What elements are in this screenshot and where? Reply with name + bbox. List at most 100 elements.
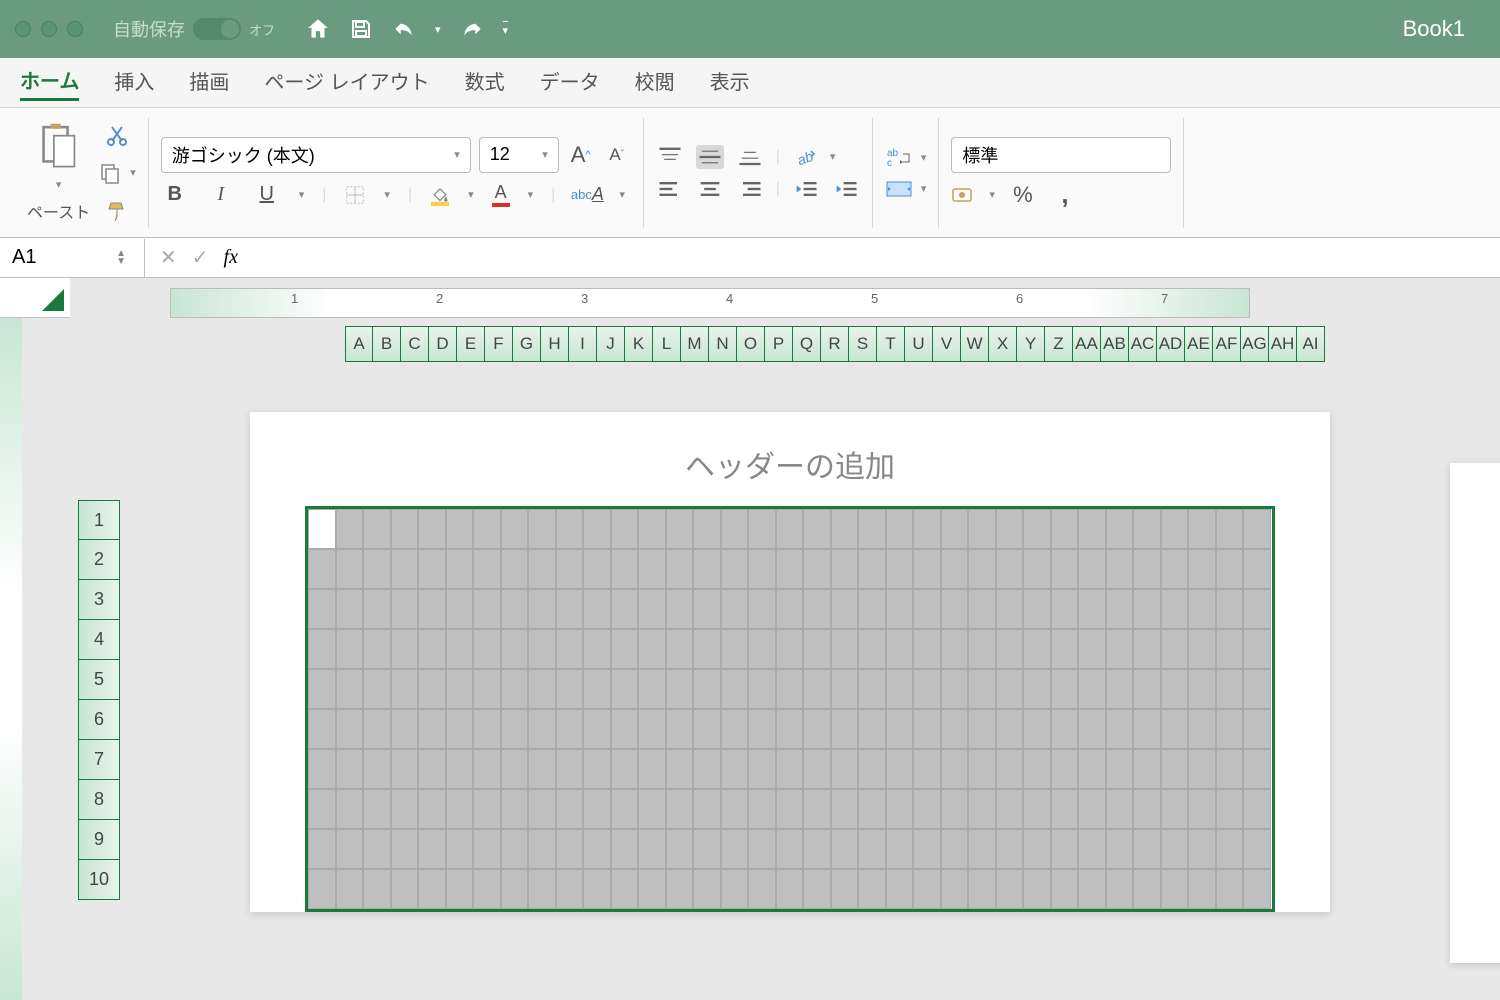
cell[interactable] — [913, 869, 941, 909]
cell[interactable] — [666, 629, 694, 669]
cell[interactable] — [1078, 789, 1106, 829]
cell[interactable] — [941, 709, 969, 749]
format-painter-icon[interactable] — [105, 199, 129, 223]
cell[interactable] — [336, 509, 364, 549]
tab-formulas[interactable]: 数式 — [465, 66, 505, 99]
cell[interactable] — [583, 669, 611, 709]
cell[interactable] — [336, 549, 364, 589]
cell[interactable] — [776, 589, 804, 629]
undo-icon[interactable] — [391, 16, 417, 42]
cell[interactable] — [831, 669, 859, 709]
cell[interactable] — [721, 669, 749, 709]
copy-dropdown-icon[interactable]: ▾ — [130, 166, 136, 179]
cell[interactable] — [391, 789, 419, 829]
cell[interactable] — [803, 589, 831, 629]
cell[interactable] — [1133, 509, 1161, 549]
cell[interactable] — [1078, 549, 1106, 589]
cell[interactable] — [748, 509, 776, 549]
cell[interactable] — [666, 709, 694, 749]
cell[interactable] — [968, 629, 996, 669]
cell[interactable] — [858, 549, 886, 589]
cell[interactable] — [418, 829, 446, 869]
cell[interactable] — [556, 829, 584, 869]
cell[interactable] — [858, 629, 886, 669]
cell[interactable] — [501, 789, 529, 829]
column-header[interactable]: U — [905, 326, 933, 362]
qat-customize-icon[interactable]: ▾ — [503, 21, 509, 37]
cell[interactable] — [776, 869, 804, 909]
cell[interactable] — [858, 749, 886, 789]
cell[interactable] — [611, 509, 639, 549]
cell[interactable] — [968, 549, 996, 589]
cell[interactable] — [1078, 629, 1106, 669]
cell[interactable] — [831, 709, 859, 749]
cell[interactable] — [528, 549, 556, 589]
cell[interactable] — [611, 589, 639, 629]
cell[interactable] — [1133, 709, 1161, 749]
cell[interactable] — [913, 669, 941, 709]
cell[interactable] — [418, 589, 446, 629]
cell[interactable] — [886, 709, 914, 749]
paste-icon[interactable] — [38, 122, 80, 170]
cell[interactable] — [363, 629, 391, 669]
column-header[interactable]: AF — [1213, 326, 1241, 362]
cell[interactable] — [336, 749, 364, 789]
cut-icon[interactable] — [105, 123, 129, 147]
cell[interactable] — [583, 869, 611, 909]
cell[interactable] — [473, 789, 501, 829]
align-right-icon[interactable] — [736, 177, 764, 201]
select-all-corner[interactable] — [0, 278, 70, 318]
wrap-dropdown-icon[interactable]: ▾ — [921, 151, 927, 164]
column-header[interactable]: AD — [1157, 326, 1185, 362]
cell[interactable] — [556, 709, 584, 749]
fill-color-dropdown-icon[interactable]: ▾ — [468, 188, 474, 201]
column-header[interactable]: AA — [1073, 326, 1101, 362]
cell[interactable] — [1188, 669, 1216, 709]
cell[interactable] — [1188, 589, 1216, 629]
phonetic-guide-icon[interactable]: abcA — [573, 181, 601, 209]
cell[interactable] — [528, 669, 556, 709]
cell[interactable] — [1161, 869, 1189, 909]
column-header[interactable]: Z — [1045, 326, 1073, 362]
column-header[interactable]: P — [765, 326, 793, 362]
namebox-stepper[interactable]: ▲▼ — [116, 250, 126, 266]
cell[interactable] — [858, 829, 886, 869]
cell[interactable] — [803, 749, 831, 789]
cell[interactable] — [528, 749, 556, 789]
cell[interactable] — [1216, 749, 1244, 789]
cell[interactable] — [446, 669, 474, 709]
bold-button[interactable]: B — [161, 181, 189, 209]
cell[interactable] — [721, 749, 749, 789]
column-header[interactable]: N — [709, 326, 737, 362]
cell[interactable] — [748, 629, 776, 669]
tab-insert[interactable]: 挿入 — [114, 66, 154, 99]
cell[interactable] — [1106, 629, 1134, 669]
cell[interactable] — [803, 669, 831, 709]
cell[interactable] — [638, 669, 666, 709]
cell[interactable] — [1051, 789, 1079, 829]
tab-page-layout[interactable]: ページ レイアウト — [264, 66, 429, 99]
cell[interactable] — [473, 509, 501, 549]
cell[interactable] — [1023, 829, 1051, 869]
name-box[interactable]: A1 ▲▼ — [0, 239, 145, 277]
cell[interactable] — [501, 549, 529, 589]
column-header[interactable]: F — [485, 326, 513, 362]
column-header[interactable]: K — [625, 326, 653, 362]
cell[interactable] — [968, 509, 996, 549]
cell[interactable] — [693, 789, 721, 829]
cell[interactable] — [1243, 869, 1271, 909]
cell[interactable] — [1023, 869, 1051, 909]
cell[interactable] — [886, 829, 914, 869]
phonetic-dropdown-icon[interactable]: ▾ — [619, 188, 625, 201]
cell[interactable] — [886, 549, 914, 589]
cell[interactable] — [1051, 749, 1079, 789]
cell[interactable] — [968, 589, 996, 629]
cell[interactable] — [1023, 509, 1051, 549]
cell[interactable] — [968, 749, 996, 789]
cell[interactable] — [941, 589, 969, 629]
cell[interactable] — [913, 829, 941, 869]
cell[interactable] — [858, 669, 886, 709]
column-header[interactable]: H — [541, 326, 569, 362]
cell[interactable] — [391, 829, 419, 869]
cell[interactable] — [666, 549, 694, 589]
